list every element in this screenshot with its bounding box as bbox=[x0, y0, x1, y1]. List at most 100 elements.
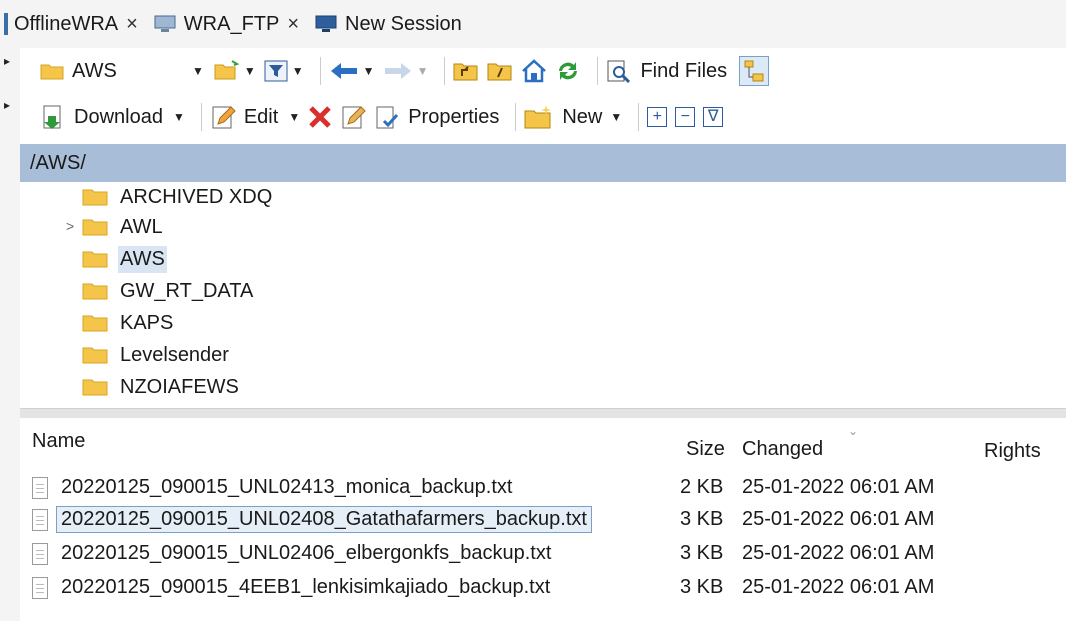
navigation-toolbar: AWS ▼ ▼ ▼ ▼ ▼ Find Files bbox=[28, 50, 1066, 92]
tab-label: New Session bbox=[345, 12, 462, 35]
folder-icon bbox=[82, 315, 108, 332]
file-changed: 25-01-2022 06:01 AM bbox=[742, 576, 935, 598]
chevron-down-icon[interactable]: ▼ bbox=[244, 64, 256, 78]
parent-folder-icon bbox=[453, 63, 478, 81]
tree-item-kaps[interactable]: KAPS bbox=[82, 308, 175, 338]
refresh-button[interactable] bbox=[555, 59, 581, 83]
column-header-name[interactable]: Name bbox=[32, 430, 85, 453]
tree-item-label: AWL bbox=[120, 215, 163, 238]
back-arrow-icon bbox=[330, 63, 357, 79]
column-header-rights[interactable]: Rights bbox=[984, 440, 1041, 463]
sort-chevron-icon: ⌄ bbox=[848, 424, 859, 438]
find-files-button[interactable]: Find Files bbox=[606, 59, 727, 83]
left-gutter: ▸ ▸ bbox=[0, 48, 20, 621]
tab-wra-ftp[interactable]: WRA_FTP × bbox=[154, 4, 299, 44]
find-files-icon bbox=[607, 60, 631, 83]
root-folder-icon bbox=[487, 63, 512, 81]
back-button[interactable]: ▼ bbox=[329, 61, 375, 81]
pane-splitter[interactable] bbox=[20, 408, 1066, 418]
download-label: Download bbox=[74, 105, 163, 128]
home-button[interactable] bbox=[521, 59, 547, 83]
tab-new-session[interactable]: New Session bbox=[315, 4, 462, 44]
file-changed: 25-01-2022 06:01 AM bbox=[742, 476, 935, 498]
refresh-icon bbox=[559, 62, 578, 80]
chevron-down-icon[interactable]: ▼ bbox=[173, 110, 185, 124]
rename-button[interactable] bbox=[340, 104, 366, 130]
root-directory-button[interactable] bbox=[487, 60, 513, 82]
table-row[interactable]: 20220125_090015_UNL02406_elbergonkfs_bac… bbox=[20, 536, 1066, 570]
filter-select-button[interactable]: ∇ bbox=[703, 107, 724, 127]
file-actions-toolbar: Download ▼ Edit ▼ Properties New ▼ + − ∇ bbox=[28, 96, 1066, 138]
file-size: 3 KB bbox=[680, 508, 724, 530]
parent-directory-button[interactable] bbox=[453, 60, 479, 82]
properties-icon bbox=[376, 106, 399, 129]
chevron-down-icon[interactable]: ▼ bbox=[288, 110, 300, 124]
tree-item-aws[interactable]: AWS bbox=[82, 244, 167, 274]
tree-item-awl[interactable]: AWL bbox=[82, 212, 165, 242]
tab-offlinewra[interactable]: OfflineWRA × bbox=[4, 4, 138, 44]
tree-item-label: KAPS bbox=[120, 311, 174, 334]
new-session-icon bbox=[315, 15, 337, 32]
tree-item-nzoiafews[interactable]: NZOIAFEWS bbox=[82, 372, 241, 402]
current-path-bar[interactable]: /AWS/ bbox=[20, 144, 1066, 182]
tree-item-gw-rt-data[interactable]: GW_RT_DATA bbox=[82, 276, 255, 306]
tab-bar: OfflineWRA × WRA_FTP × New Session bbox=[0, 0, 1066, 48]
expand-chevron-icon[interactable]: > bbox=[66, 218, 74, 234]
chevron-down-icon[interactable]: ▼ bbox=[192, 64, 204, 78]
current-path-label: /AWS/ bbox=[30, 151, 86, 174]
forward-button[interactable]: ▼ bbox=[383, 61, 429, 81]
gutter-arrow-icon[interactable]: ▸ bbox=[4, 98, 10, 112]
delete-button[interactable] bbox=[308, 105, 332, 129]
tree-item-levelsender[interactable]: Levelsender bbox=[82, 340, 231, 370]
edit-label: Edit bbox=[243, 105, 279, 128]
folder-icon bbox=[82, 347, 108, 364]
new-button[interactable]: New ▼ bbox=[524, 104, 622, 130]
column-header-changed[interactable]: Changed bbox=[742, 438, 823, 461]
edit-button[interactable]: Edit ▼ bbox=[210, 104, 300, 130]
path-dropdown[interactable]: AWS bbox=[28, 55, 188, 87]
tree-item-label: Levelsender bbox=[120, 343, 229, 366]
properties-button[interactable]: Properties bbox=[374, 104, 499, 130]
file-name: 20220125_090015_4EEB1_lenkisimkajiado_ba… bbox=[61, 576, 551, 598]
file-size: 3 KB bbox=[680, 576, 724, 598]
filter-button[interactable]: ▼ bbox=[264, 60, 304, 82]
toolbar-separator bbox=[597, 57, 599, 85]
tree-item-label: ARCHIVED XDQ bbox=[120, 185, 273, 208]
gutter-arrow-icon[interactable]: ▸ bbox=[4, 54, 10, 68]
tree-item-archived-xdq[interactable]: ARCHIVED XDQ bbox=[82, 182, 274, 212]
chevron-down-icon[interactable]: ▼ bbox=[292, 64, 304, 78]
table-row[interactable]: 20220125_090015_UNL02413_monica_backup.t… bbox=[20, 470, 1066, 504]
toolbar-separator bbox=[638, 103, 640, 131]
unselect-all-button[interactable]: − bbox=[675, 107, 696, 127]
folder-icon bbox=[82, 219, 108, 236]
chevron-down-icon[interactable]: ▼ bbox=[610, 110, 622, 124]
file-name: 20220125_090015_UNL02408_Gatathafarmers_… bbox=[56, 506, 592, 533]
forward-arrow-icon bbox=[384, 63, 411, 79]
select-all-button[interactable]: + bbox=[647, 107, 668, 127]
new-folder-icon bbox=[524, 105, 552, 129]
open-folder-button[interactable]: ▼ bbox=[214, 60, 256, 82]
close-icon[interactable]: × bbox=[287, 13, 299, 36]
table-row[interactable]: 20220125_090015_4EEB1_lenkisimkajiado_ba… bbox=[20, 570, 1066, 604]
toolbar-separator bbox=[515, 103, 517, 131]
file-changed: 25-01-2022 06:01 AM bbox=[742, 542, 935, 564]
tree-item-label: GW_RT_DATA bbox=[120, 279, 254, 302]
new-label: New bbox=[562, 105, 603, 128]
column-header-size[interactable]: Size bbox=[686, 438, 725, 461]
table-row[interactable]: 20220125_090015_UNL02408_Gatathafarmers_… bbox=[20, 502, 1066, 536]
tree-toggle-button[interactable] bbox=[739, 56, 770, 86]
folder-icon bbox=[82, 251, 108, 268]
download-icon bbox=[43, 105, 61, 129]
chevron-down-icon[interactable]: ▼ bbox=[363, 64, 375, 78]
find-files-label: Find Files bbox=[640, 59, 728, 82]
toolbar-separator bbox=[200, 103, 202, 131]
rename-icon bbox=[342, 106, 366, 129]
chevron-down-icon[interactable]: ▼ bbox=[417, 64, 429, 78]
open-folder-icon bbox=[214, 60, 240, 80]
close-icon[interactable]: × bbox=[126, 13, 138, 36]
toolbar-separator bbox=[444, 57, 446, 85]
properties-label: Properties bbox=[408, 105, 500, 128]
file-changed: 25-01-2022 06:01 AM bbox=[742, 508, 935, 530]
text-file-icon bbox=[32, 508, 48, 531]
download-button[interactable]: Download ▼ bbox=[40, 104, 185, 130]
